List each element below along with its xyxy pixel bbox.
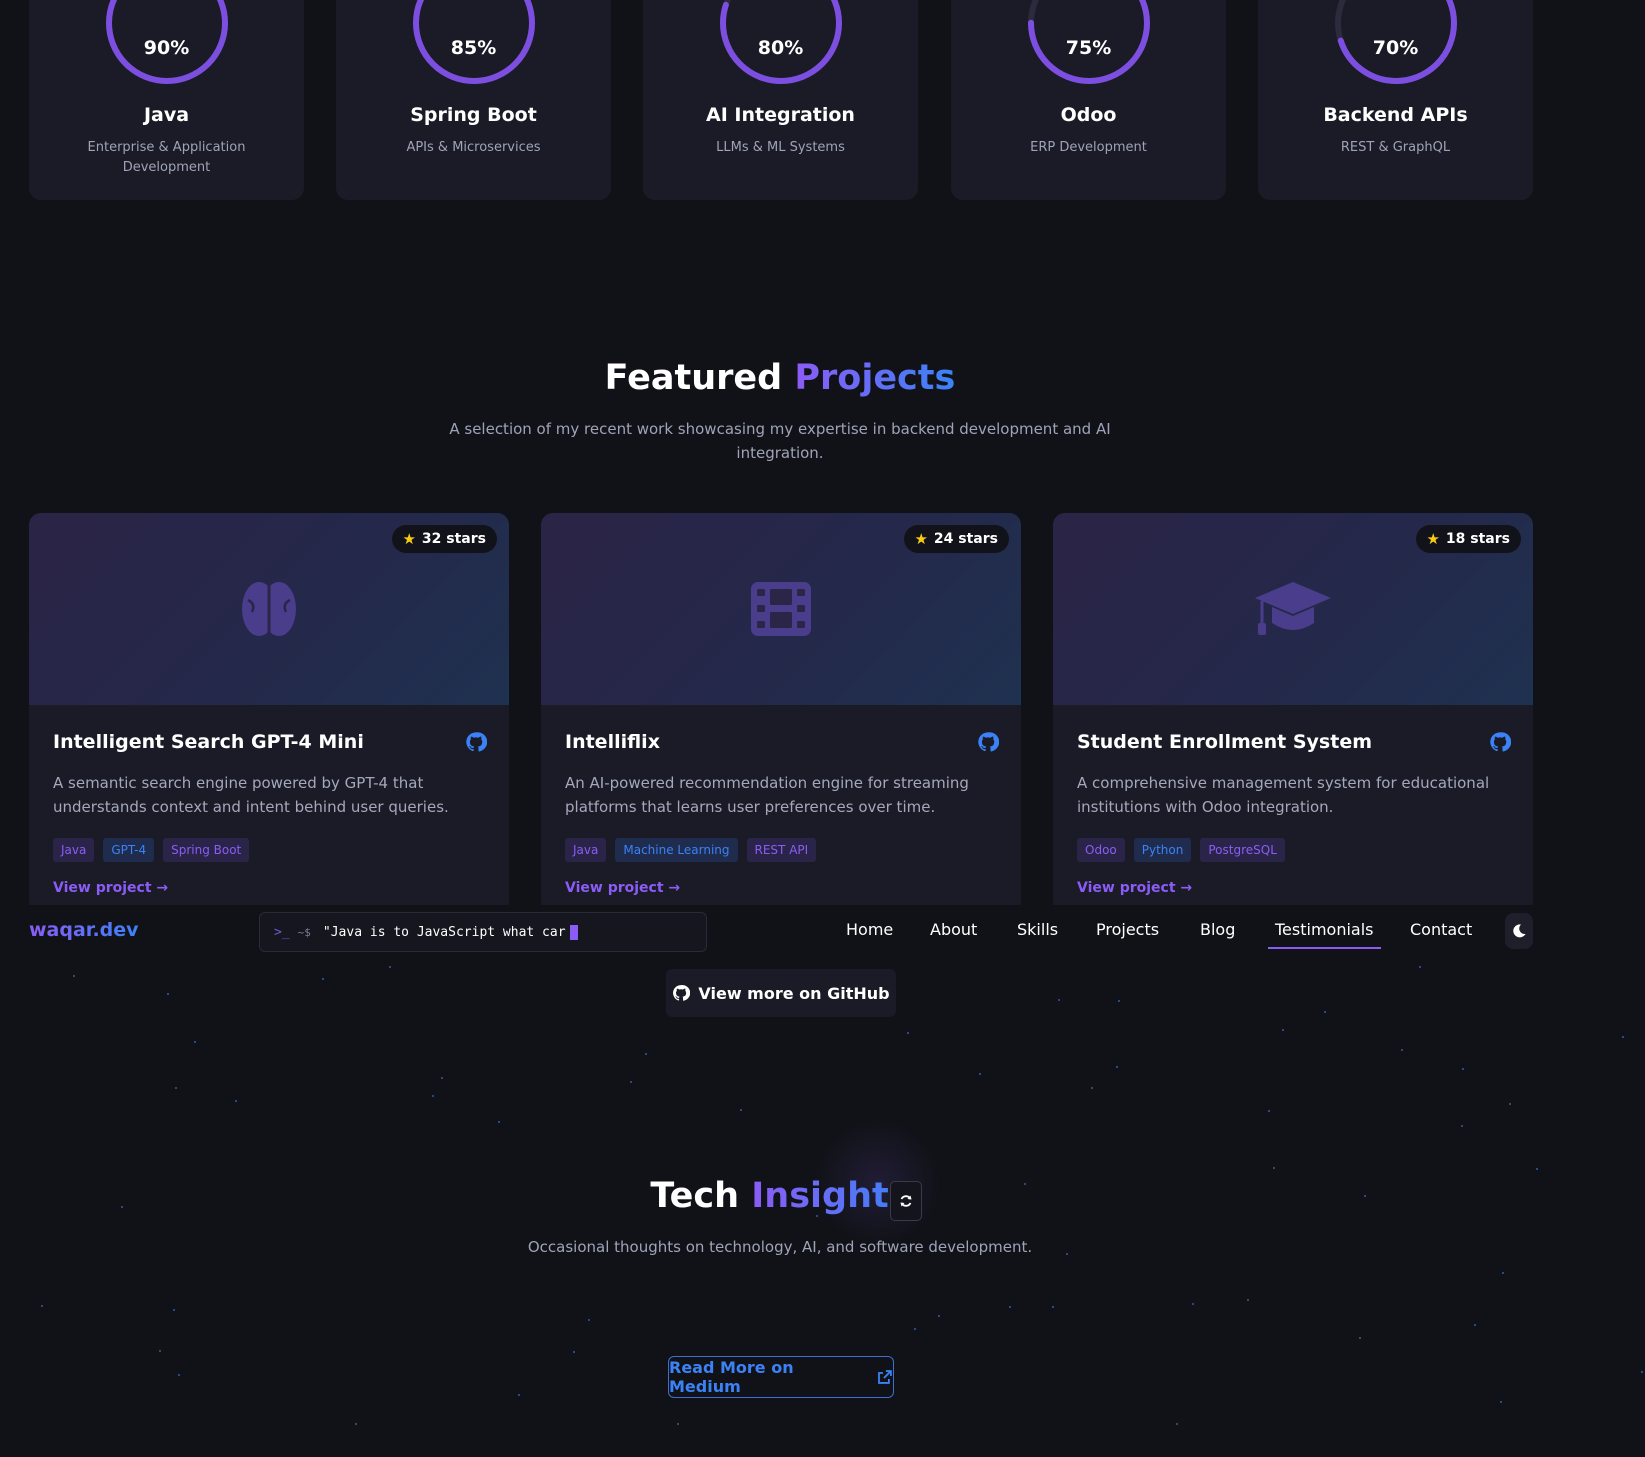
skill-card-ai-integration: 80% AI Integration LLMs & ML Systems: [643, 0, 918, 200]
github-icon[interactable]: [465, 731, 487, 753]
nav-projects[interactable]: Projects: [1096, 920, 1159, 939]
skill-card-spring-boot: 85% Spring Boot APIs & Microservices: [336, 0, 611, 200]
project-title: Student Enrollment System: [1077, 731, 1373, 753]
project-hero: ★ 32 stars: [29, 513, 509, 705]
github-icon: [673, 985, 691, 1001]
star-icon: ★: [914, 530, 928, 548]
skill-name: Spring Boot: [410, 104, 537, 126]
skill-percent: 75%: [1065, 37, 1112, 59]
site-logo[interactable]: waqar.dev: [29, 919, 139, 941]
navbar: waqar.dev >_ ~$ "Java is to JavaScript w…: [0, 905, 1645, 957]
insights-subtitle: Occasional thoughts on technology, AI, a…: [527, 1238, 1033, 1256]
tag: GPT-4: [103, 838, 155, 862]
view-project-link[interactable]: View project →: [565, 880, 680, 896]
terminal-text: "Java is to JavaScript what car: [322, 924, 566, 940]
skill-card-backend-apis: 70% Backend APIs REST & GraphQL: [1258, 0, 1533, 200]
brain-icon: [242, 582, 296, 636]
stars-badge: ★ 32 stars: [392, 525, 497, 553]
tag-list: Odoo Python PostgreSQL: [1077, 838, 1285, 862]
insights-heading: Tech Insights: [650, 1176, 910, 1216]
skill-percent: 70%: [1372, 37, 1419, 59]
terminal-quote: >_ ~$ "Java is to JavaScript what car: [259, 912, 707, 952]
tag: Java: [53, 838, 95, 862]
projects-heading: Featured Projects: [604, 358, 956, 398]
nav-skills[interactable]: Skills: [1017, 920, 1058, 939]
projects-subtitle: A selection of my recent work showcasing…: [449, 420, 1111, 462]
view-project-link[interactable]: View project →: [1077, 880, 1192, 896]
terminal-path: ~$: [297, 925, 311, 939]
view-more-github-button[interactable]: View more on GitHub: [666, 969, 896, 1017]
skill-card-odoo: 75% Odoo ERP Development: [951, 0, 1226, 200]
view-project-link[interactable]: View project →: [53, 880, 168, 896]
tag: Machine Learning: [615, 838, 738, 862]
star-icon: ★: [402, 530, 416, 548]
tag: Python: [1133, 838, 1192, 862]
graduation-cap-icon: [1255, 582, 1331, 635]
tag-list: Java Machine Learning REST API: [565, 838, 817, 862]
project-card[interactable]: ★ 32 stars Intelligent Search GPT-4 Mini…: [29, 513, 509, 905]
nav-testimonials[interactable]: Testimonials: [1268, 920, 1380, 949]
skill-description: Enterprise & Application Development: [87, 140, 246, 175]
skill-card-java: 90% Java Enterprise & Application Develo…: [29, 0, 304, 200]
portfolio-page: 90% Java Enterprise & Application Develo…: [0, 0, 1645, 1457]
terminal-icon: >_: [274, 924, 290, 940]
refresh-icon: [900, 1195, 912, 1207]
tag-list: Java GPT-4 Spring Boot: [53, 838, 250, 862]
nav-contact[interactable]: Contact: [1410, 920, 1472, 939]
project-title: Intelliflix: [565, 731, 660, 753]
theme-toggle-button[interactable]: [1505, 913, 1533, 949]
github-icon[interactable]: [977, 731, 999, 753]
project-card[interactable]: ★ 18 stars Student Enrollment System A c…: [1053, 513, 1533, 905]
external-link-icon: [878, 1370, 892, 1384]
skill-percent: 85%: [450, 37, 497, 59]
stars-badge: ★ 24 stars: [904, 525, 1009, 553]
project-description: A semantic search engine powered by GPT-…: [53, 774, 449, 816]
project-card[interactable]: ★ 24 stars Intelliflix An AI-powered rec…: [541, 513, 1021, 905]
skill-description: ERP Development: [1030, 140, 1147, 155]
moon-icon: [1513, 924, 1526, 938]
tag: Java: [565, 838, 607, 862]
read-more-medium-button[interactable]: Read More on Medium: [668, 1356, 894, 1398]
refresh-button[interactable]: [890, 1181, 922, 1221]
stars-badge: ★ 18 stars: [1416, 525, 1521, 553]
star-icon: ★: [1426, 530, 1440, 548]
project-hero: ★ 24 stars: [541, 513, 1021, 705]
tag: PostgreSQL: [1200, 838, 1285, 862]
tag: Spring Boot: [163, 838, 250, 862]
github-icon[interactable]: [1489, 731, 1511, 753]
film-icon: [751, 582, 811, 636]
project-description: An AI-powered recommendation engine for …: [565, 774, 969, 816]
project-description: A comprehensive management system for ed…: [1077, 774, 1490, 816]
tag: REST API: [746, 838, 817, 862]
skill-description: LLMs & ML Systems: [716, 140, 845, 155]
skill-name: Backend APIs: [1323, 104, 1468, 126]
nav-home[interactable]: Home: [846, 920, 893, 939]
project-hero: ★ 18 stars: [1053, 513, 1533, 705]
skill-name: AI Integration: [706, 104, 855, 126]
nav-about[interactable]: About: [930, 920, 977, 939]
nav-blog[interactable]: Blog: [1200, 920, 1235, 939]
project-title: Intelligent Search GPT-4 Mini: [53, 731, 364, 753]
skill-description: REST & GraphQL: [1340, 140, 1451, 155]
tag: Odoo: [1077, 838, 1125, 862]
skill-description: APIs & Microservices: [406, 140, 541, 155]
skill-percent: 90%: [143, 37, 190, 59]
terminal-cursor: [569, 924, 578, 940]
skill-percent: 80%: [757, 37, 804, 59]
skill-name: Odoo: [1060, 104, 1117, 126]
skill-name: Java: [143, 104, 190, 126]
